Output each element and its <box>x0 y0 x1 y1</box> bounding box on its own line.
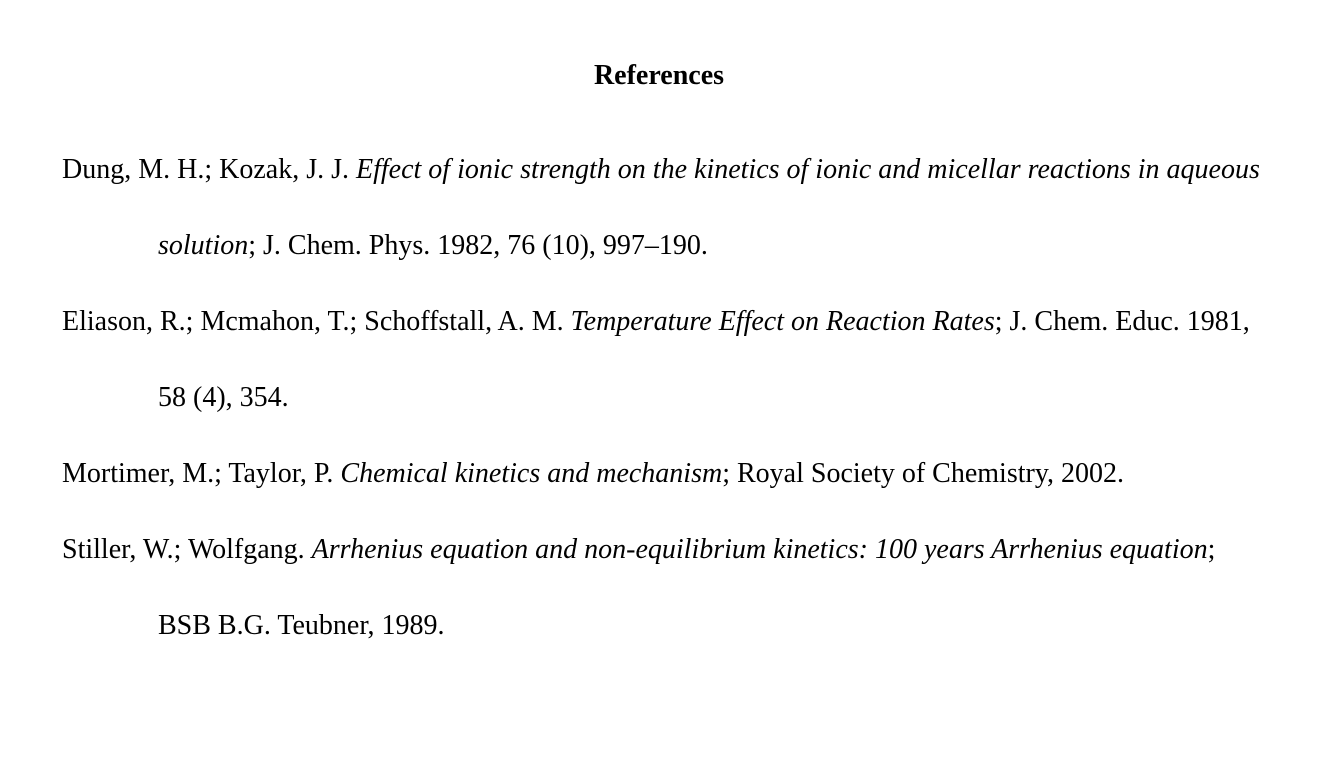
reference-source: ; J. Chem. Phys. 1982, 76 (10), 997–190. <box>248 230 708 261</box>
references-heading: References <box>593 60 725 91</box>
reference-title: Temperature Effect on Reaction Rates <box>570 306 995 337</box>
reference-list: Dung, M. H.; Kozak, J. J. Effect of ioni… <box>62 132 1262 664</box>
reference-title: Arrhenius equation and non-equilibrium k… <box>311 534 1208 565</box>
reference-entry: Eliason, R.; Mcmahon, T.; Schoffstall, A… <box>62 284 1262 436</box>
reference-entry: Stiller, W.; Wolfgang. Arrhenius equatio… <box>62 512 1262 664</box>
reference-authors: Mortimer, M.; Taylor, P. <box>62 458 341 489</box>
reference-authors: Stiller, W.; Wolfgang. <box>62 534 312 565</box>
reference-title: Chemical kinetics and mechanism <box>340 458 723 489</box>
document-page: References Dung, M. H.; Kozak, J. J. Eff… <box>0 0 1318 760</box>
reference-authors: Eliason, R.; Mcmahon, T.; Schoffstall, A… <box>62 306 571 337</box>
reference-authors: Dung, M. H.; Kozak, J. J. <box>62 154 356 185</box>
reference-source: ; Royal Society of Chemistry, 2002. <box>722 458 1125 489</box>
reference-entry: Dung, M. H.; Kozak, J. J. Effect of ioni… <box>62 132 1262 284</box>
reference-entry: Mortimer, M.; Taylor, P. Chemical kineti… <box>62 436 1262 512</box>
